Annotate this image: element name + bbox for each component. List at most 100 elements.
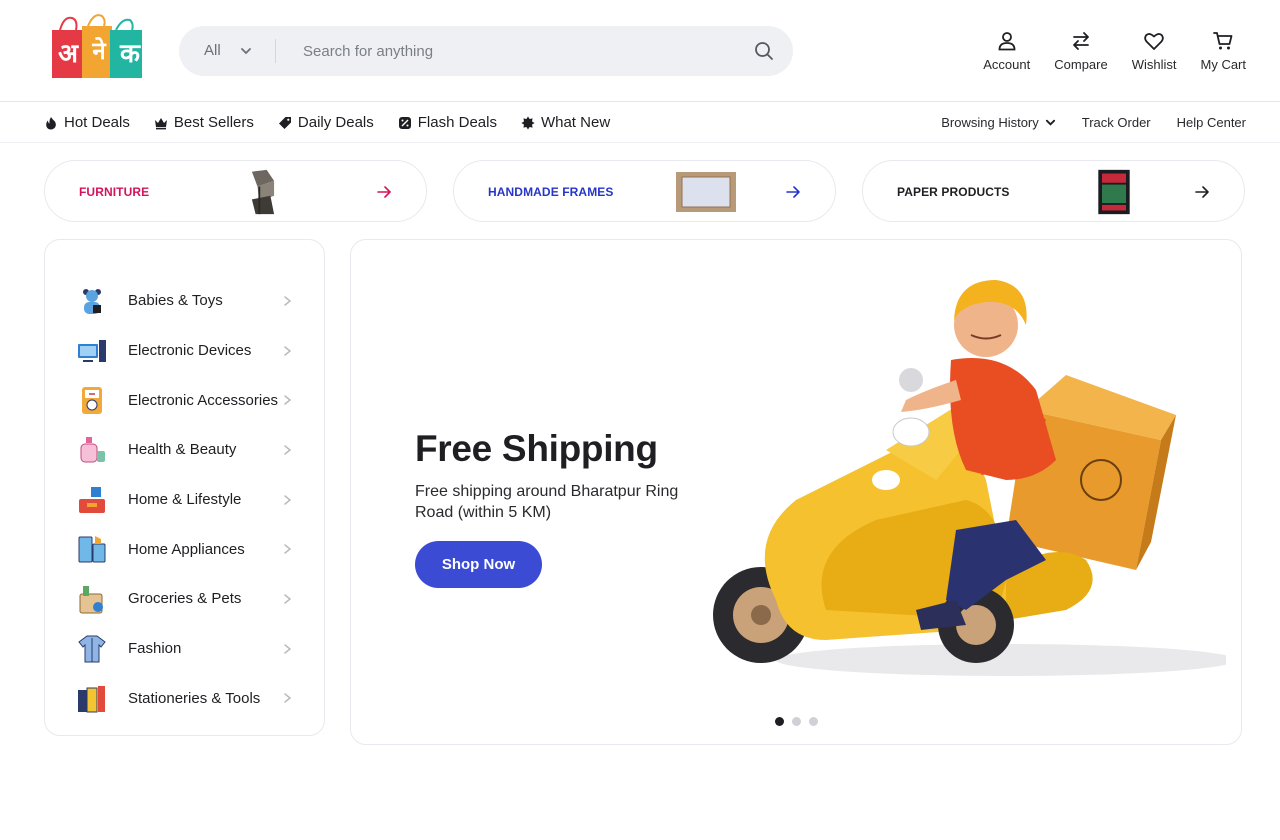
chevron-right-icon [284,345,292,356]
chevron-right-icon [284,445,292,455]
nav-what-new[interactable]: What New [521,114,610,131]
chevron-right-icon [284,296,292,306]
sidebar-item-stationeries-tools[interactable]: Stationeries & Tools [45,674,324,724]
nav-deals: Hot Deals Best Sellers Daily Deals Flash… [44,102,634,143]
sidebar-item-label: Home & Lifestyle [128,491,242,509]
wishlist-button[interactable]: Wishlist [1132,30,1177,72]
header: अ ने क All Account Compare Wishlist My C… [0,0,1280,102]
sidebar-item-label: Electronic Accessories [128,391,279,409]
nav-flash-deals[interactable]: Flash Deals [398,114,497,131]
sidebar-item-label: Health & Beauty [128,441,237,459]
category-pill-paper-products[interactable]: PAPER PRODUCTS [862,160,1245,222]
search-bar: All [179,26,793,76]
sidebar-item-label: Electronic Devices [128,342,252,360]
help-center-link[interactable]: Help Center [1177,115,1246,130]
sidebar-item-electronic-accessories[interactable]: Electronic Accessories [45,375,324,425]
category-pill-furniture[interactable]: FURNITURE [44,160,427,222]
carousel-dot[interactable] [792,717,801,726]
search-category-select[interactable]: All [204,26,221,76]
shop-now-button[interactable]: Shop Now [415,541,542,588]
nav-daily-deals[interactable]: Daily Deals [278,114,374,131]
chevron-down-icon [1045,119,1055,126]
category-pill-label: PAPER PRODUCTS [897,185,1010,199]
carousel-dot[interactable] [809,717,818,726]
chevron-right-icon [284,544,292,555]
account-label: Account [983,57,1031,72]
flash-tag-icon [398,116,411,129]
arrow-right-icon [786,186,800,198]
sidebar-item-label: Fashion [128,640,182,658]
nav-flash-deals-label: Flash Deals [417,114,497,131]
nav-hot-deals-label: Hot Deals [64,114,130,131]
handmade-frame-image [676,172,736,212]
cart-icon [1213,32,1233,50]
search-input[interactable] [303,36,743,66]
category-pill-handmade-frames[interactable]: HANDMADE FRAMES [453,160,836,222]
banner-subtitle: Free shipping around Bharatpur Ring Road… [415,483,679,521]
chevron-down-icon[interactable] [240,45,252,57]
account-button[interactable]: Account [983,30,1030,72]
carousel-dot[interactable] [775,717,784,726]
wishlist-label: Wishlist [1131,57,1177,72]
fridge-icon [78,536,106,563]
nav-utility-links: Browsing History Track Order Help Center [915,102,1246,143]
help-center-label: Help Center [1176,115,1246,130]
category-pill-label: FURNITURE [79,185,150,199]
sidebar-item-label: Stationeries & Tools [128,689,261,707]
furniture-shelf-image [251,169,275,215]
cart-button[interactable]: My Cart [1200,30,1247,72]
search-icon[interactable] [753,40,775,62]
user-icon [998,32,1016,51]
sidebar-item-electronic-devices[interactable]: Electronic Devices [45,326,324,376]
crown-icon [154,117,167,129]
nav-what-new-label: What New [540,114,611,131]
nav-daily-deals-label: Daily Deals [297,114,374,131]
compare-label: Compare [1054,57,1108,72]
category-sidebar: Babies & Toys Electronic Devices Electro… [44,239,325,736]
browsing-history-dropdown[interactable]: Browsing History [941,115,1056,130]
cart-label: My Cart [1200,57,1247,72]
multimeter-icon [82,387,102,415]
chevron-right-icon [284,395,292,405]
browsing-history-label: Browsing History [941,115,1039,130]
sidebar-item-fashion[interactable]: Fashion [45,624,324,674]
sidebar-item-label: Babies & Toys [128,292,223,310]
nav-hot-deals[interactable]: Hot Deals [44,114,130,131]
nav-bar: Hot Deals Best Sellers Daily Deals Flash… [0,102,1280,143]
category-pill-label: HANDMADE FRAMES [488,185,614,199]
sidebar-item-label: Groceries & Pets [128,590,242,608]
sidebar-item-groceries-pets[interactable]: Groceries & Pets [45,574,324,624]
banner-title: Free Shipping [415,428,658,469]
sidebar-item-label: Home Appliances [128,540,245,558]
chevron-right-icon [284,643,292,654]
star-badge-icon [521,116,535,129]
delivery-scooter-illustration [713,280,1226,676]
arrow-right-icon [377,186,391,198]
tag-icon [278,116,291,129]
hero-banner: Free Shipping Free shipping around Bhara… [350,239,1242,745]
chevron-right-icon [284,693,292,704]
nav-best-sellers-label: Best Sellers [173,114,254,131]
track-order-label: Track Order [1081,115,1151,130]
sidebar-item-health-beauty[interactable]: Health & Beauty [45,425,324,475]
header-actions: Account Compare Wishlist My Cart [959,30,1246,72]
track-order-link[interactable]: Track Order [1082,115,1151,130]
arrow-right-icon [1195,186,1209,198]
compare-arrows-icon [1073,32,1089,50]
flame-icon [46,116,56,129]
shirt-icon [78,635,106,663]
sidebar-item-home-lifestyle[interactable]: Home & Lifestyle [45,475,324,525]
sidebar-item-babies-toys[interactable]: Babies & Toys [45,276,324,326]
nav-best-sellers[interactable]: Best Sellers [154,114,254,131]
search-divider [275,39,276,63]
heart-icon [1144,33,1164,50]
stationery-icon [78,685,105,712]
chevron-right-icon [284,494,292,505]
carousel-dots [775,717,818,726]
chevron-right-icon [284,594,292,604]
compare-button[interactable]: Compare [1054,30,1108,72]
perfume-icon [80,437,105,463]
computer-icon [78,339,106,362]
sidebar-item-home-appliances[interactable]: Home Appliances [45,524,324,574]
brand-logo[interactable] [50,12,144,80]
